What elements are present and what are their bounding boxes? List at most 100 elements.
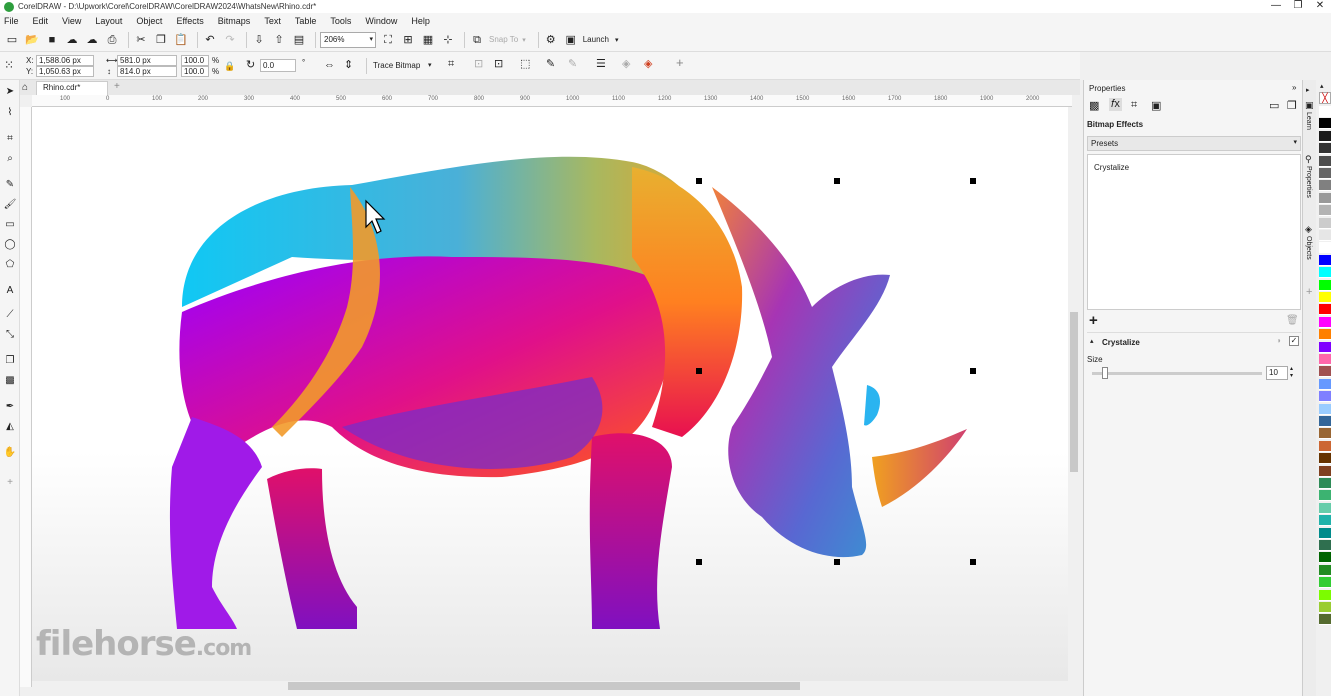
- fit-frame-icon[interactable]: ⊡: [494, 59, 503, 70]
- add-docker-icon[interactable]: +: [1306, 286, 1312, 298]
- interactive-fill-tool-icon[interactable]: ◭: [3, 420, 17, 434]
- side-tab-expand-icon[interactable]: ▸: [1306, 86, 1310, 94]
- cloud-upload-icon[interactable]: ☁: [64, 32, 80, 48]
- new-document-icon[interactable]: ▭: [4, 32, 20, 48]
- effect-visibility-icon[interactable]: ◑: [1276, 336, 1281, 345]
- menu-effects[interactable]: Effects: [176, 16, 203, 26]
- rhino-artwork[interactable]: [32, 107, 1068, 681]
- color-swatch[interactable]: [1319, 143, 1331, 155]
- menu-tools[interactable]: Tools: [330, 16, 351, 26]
- height-field[interactable]: 814.0 px: [117, 66, 177, 77]
- mirror-vertical-icon[interactable]: ⇕: [344, 60, 353, 71]
- color-swatch[interactable]: [1319, 490, 1331, 502]
- publish-pdf-icon[interactable]: ▤: [291, 32, 307, 48]
- color-swatch[interactable]: [1319, 118, 1331, 130]
- copy-icon[interactable]: ❐: [153, 32, 169, 48]
- selection-handle[interactable]: [970, 368, 976, 374]
- selection-handle[interactable]: [970, 559, 976, 565]
- zoom-tool-icon[interactable]: ⌕: [3, 152, 17, 166]
- effects-list-item[interactable]: Crystalize: [1094, 163, 1129, 172]
- color-swatch[interactable]: [1319, 440, 1331, 452]
- rotation-field[interactable]: 0.0: [260, 59, 296, 72]
- gear-icon[interactable]: ⚙: [543, 32, 559, 48]
- paste-icon[interactable]: 📋: [173, 32, 189, 48]
- color-swatch[interactable]: [1319, 354, 1331, 365]
- ellipse-tool-icon[interactable]: ◯: [3, 238, 17, 252]
- menu-bitmaps[interactable]: Bitmaps: [218, 16, 251, 26]
- color-swatch[interactable]: [1319, 341, 1331, 353]
- edit-bitmap-icon[interactable]: ⬚: [520, 59, 530, 70]
- selection-handle[interactable]: [834, 178, 840, 184]
- color-swatch[interactable]: [1319, 316, 1331, 328]
- scale-x-field[interactable]: 100.0: [181, 55, 209, 66]
- menu-help[interactable]: Help: [411, 16, 430, 26]
- undo-icon[interactable]: ↶: [202, 32, 218, 48]
- color-swatch[interactable]: [1319, 329, 1331, 341]
- show-rulers-icon[interactable]: ⊞: [400, 32, 416, 48]
- color-swatch[interactable]: [1319, 502, 1331, 514]
- to-front-icon[interactable]: ◈: [622, 59, 630, 70]
- color-swatch[interactable]: [1319, 205, 1331, 217]
- smart-fill-tool-icon[interactable]: ✋: [3, 446, 17, 460]
- color-swatch[interactable]: [1319, 515, 1331, 527]
- panel-layout-icon[interactable]: ▭: [1269, 99, 1279, 112]
- color-swatch[interactable]: [1319, 267, 1331, 279]
- size-value-field[interactable]: 10: [1266, 366, 1288, 380]
- color-swatch[interactable]: [1319, 527, 1331, 539]
- color-swatch[interactable]: [1319, 155, 1331, 167]
- width-field[interactable]: 581.0 px: [117, 55, 177, 66]
- add-icon[interactable]: +: [676, 56, 684, 69]
- menu-view[interactable]: View: [62, 16, 81, 26]
- horizontal-scroll-thumb[interactable]: [288, 682, 800, 690]
- wrap-text-icon[interactable]: ☰: [596, 59, 606, 70]
- x-position-field[interactable]: 1,588.06 px: [36, 55, 94, 66]
- selection-handle[interactable]: [834, 559, 840, 565]
- transparency-tool-icon[interactable]: ▩: [3, 374, 17, 388]
- effects-list[interactable]: Crystalize: [1087, 154, 1301, 310]
- presets-dropdown[interactable]: Presets ▾: [1087, 136, 1301, 151]
- menu-window[interactable]: Window: [365, 16, 397, 26]
- spinner-icon[interactable]: ▴ ▾: [1290, 366, 1293, 380]
- side-tab-objects[interactable]: Objects: [1305, 236, 1312, 260]
- size-slider-track[interactable]: [1092, 372, 1262, 375]
- home-icon[interactable]: ⌂: [22, 82, 28, 93]
- color-swatch[interactable]: [1319, 416, 1331, 427]
- freehand-tool-icon[interactable]: ✎: [3, 178, 17, 192]
- vertical-scrollbar[interactable]: [1068, 107, 1080, 681]
- color-swatch[interactable]: [1319, 180, 1331, 192]
- bitmap-color-mask-icon[interactable]: ✎: [546, 59, 555, 70]
- tab-rhino[interactable]: Rhino.cdr*: [36, 81, 108, 95]
- color-swatch[interactable]: [1319, 564, 1331, 576]
- vertical-scroll-thumb[interactable]: [1070, 312, 1078, 472]
- add-tool-icon[interactable]: +: [3, 476, 17, 490]
- mirror-horizontal-icon[interactable]: ⇔: [324, 60, 335, 71]
- size-slider-handle[interactable]: [1102, 367, 1108, 379]
- vertical-ruler[interactable]: [20, 107, 32, 687]
- resample-icon[interactable]: ⊡: [474, 59, 483, 70]
- polygon-tool-icon[interactable]: ⬠: [3, 258, 17, 272]
- color-swatch[interactable]: [1319, 168, 1331, 179]
- color-swatch[interactable]: [1319, 614, 1331, 626]
- show-grid-icon[interactable]: ▦: [420, 32, 436, 48]
- zoom-level-combo[interactable]: 206% ▾: [320, 31, 376, 48]
- open-folder-icon[interactable]: 📂: [24, 32, 40, 48]
- palette-scroll-up-icon[interactable]: ▴: [1320, 82, 1324, 90]
- scale-y-field[interactable]: 100.0: [181, 66, 209, 77]
- reference-point-icon[interactable]: ⁙: [4, 57, 20, 73]
- color-swatch[interactable]: [1319, 230, 1331, 241]
- import-icon[interactable]: ⇩: [251, 32, 267, 48]
- layers-icon[interactable]: ◈: [644, 59, 652, 70]
- crop-tool-icon[interactable]: ⌗: [3, 132, 17, 146]
- trace-bitmap-button[interactable]: Trace Bitmap: [373, 61, 420, 71]
- show-guidelines-icon[interactable]: ⊹: [440, 32, 456, 48]
- color-swatch[interactable]: [1319, 453, 1331, 465]
- color-swatch[interactable]: [1319, 602, 1331, 613]
- launch-button[interactable]: Launch: [583, 35, 609, 44]
- selection-handle[interactable]: [696, 178, 702, 184]
- no-color-swatch[interactable]: ╳: [1319, 92, 1331, 104]
- color-swatch[interactable]: [1319, 192, 1331, 204]
- artistic-media-tool-icon[interactable]: 🖌: [3, 198, 17, 212]
- maximize-button[interactable]: ❐: [1287, 0, 1309, 13]
- panel-menu-icon[interactable]: »: [1292, 83, 1296, 92]
- menu-edit[interactable]: Edit: [33, 16, 49, 26]
